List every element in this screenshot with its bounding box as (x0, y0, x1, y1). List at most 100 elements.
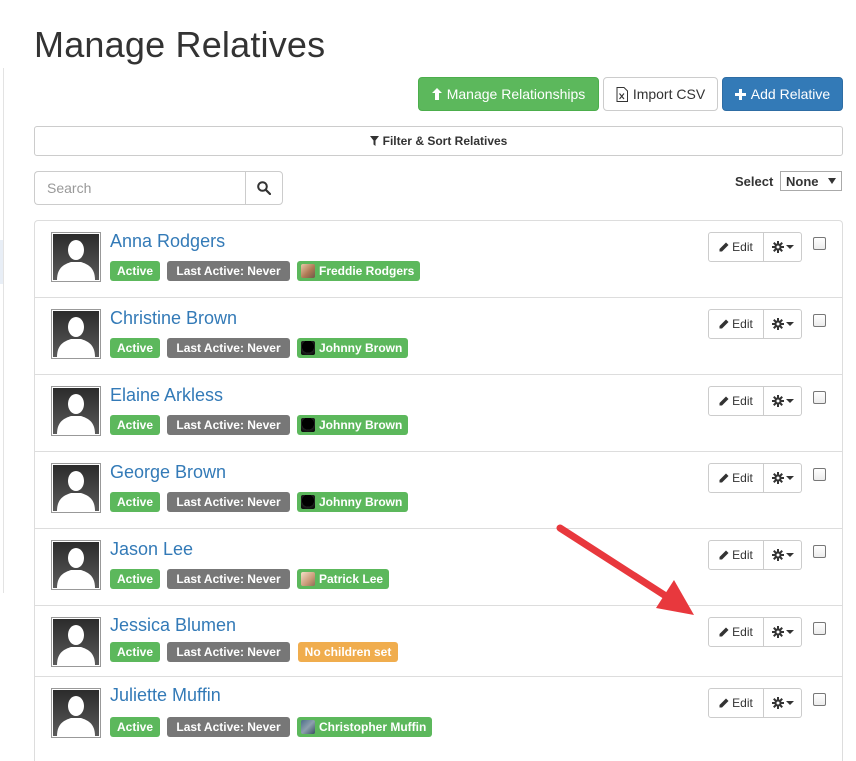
row-select-checkbox[interactable] (813, 237, 826, 250)
pencil-icon (719, 396, 729, 406)
row-select-checkbox[interactable] (813, 545, 826, 558)
child-name: Johnny Brown (319, 341, 403, 355)
settings-dropdown-button[interactable] (764, 540, 802, 570)
settings-dropdown-button[interactable] (764, 232, 802, 262)
relative-row: Jason Lee Active Last Active: Never Patrick… (35, 529, 842, 606)
edit-label: Edit (732, 394, 753, 408)
relative-name-link[interactable]: Christine Brown (110, 308, 237, 329)
add-relative-button[interactable]: Add Relative (722, 77, 843, 111)
filter-sort-label: Filter & Sort Relatives (382, 134, 508, 148)
caret-down-icon (785, 630, 794, 634)
edit-button[interactable]: Edit (708, 232, 764, 262)
last-active-badge: Last Active: Never (167, 717, 290, 737)
avatar (51, 232, 101, 282)
child-name: Johnny Brown (319, 418, 403, 432)
relative-row: Elaine Arkless Active Last Active: Never Jo… (35, 375, 842, 452)
last-active-badge: Last Active: Never (167, 569, 290, 589)
relative-name-link[interactable]: Jessica Blumen (110, 615, 236, 636)
relative-row: Anna Rodgers Active Last Active: Never Fred… (35, 221, 842, 298)
pencil-icon (719, 550, 729, 560)
settings-dropdown-button[interactable] (764, 688, 802, 718)
edit-label: Edit (732, 696, 753, 710)
row-actions-group: Edit (708, 309, 802, 339)
select-dropdown[interactable]: None (780, 171, 842, 191)
relative-name-link[interactable]: Anna Rodgers (110, 231, 225, 252)
row-select-checkbox[interactable] (813, 468, 826, 481)
child-photo-icon (301, 264, 315, 278)
child-badge[interactable]: Christopher Muffin (297, 717, 433, 737)
edit-label: Edit (732, 317, 753, 331)
search-button[interactable] (245, 171, 283, 205)
child-badge[interactable]: Patrick Lee (297, 569, 390, 589)
csv-file-icon (616, 86, 628, 102)
status-badge: Active (110, 717, 160, 737)
edit-label: Edit (732, 625, 753, 639)
gear-icon (771, 626, 784, 638)
relative-name-link[interactable]: George Brown (110, 462, 226, 483)
row-actions-group: Edit (708, 688, 802, 718)
edit-button[interactable]: Edit (708, 463, 764, 493)
avatar (51, 617, 101, 667)
pencil-icon (719, 627, 729, 637)
settings-dropdown-button[interactable] (764, 386, 802, 416)
upload-icon (431, 88, 442, 100)
child-badge[interactable]: Johnny Brown (297, 338, 409, 358)
caret-down-icon (785, 245, 794, 249)
status-badge: Active (110, 338, 160, 358)
gear-icon (771, 241, 784, 253)
manage-relationships-button[interactable]: Manage Relationships (418, 77, 599, 111)
import-csv-button[interactable]: Import CSV (603, 77, 718, 111)
row-select-checkbox[interactable] (813, 693, 826, 706)
relative-row: Juliette Muffin Active Last Active: Never C… (35, 677, 842, 761)
gear-icon (771, 472, 784, 484)
avatar (51, 309, 101, 359)
plus-icon (734, 88, 746, 100)
edit-button[interactable]: Edit (708, 386, 764, 416)
child-name: Freddie Rodgers (319, 264, 415, 278)
gear-icon (771, 549, 784, 561)
row-select-checkbox[interactable] (813, 314, 826, 327)
avatar (51, 463, 101, 513)
edit-button[interactable]: Edit (708, 617, 764, 647)
page-title: Manage Relatives (34, 24, 326, 65)
caret-down-icon (785, 399, 794, 403)
edit-button[interactable]: Edit (708, 688, 764, 718)
edit-label: Edit (732, 471, 753, 485)
edit-button[interactable]: Edit (708, 309, 764, 339)
select-value: None (786, 173, 819, 189)
child-badge[interactable]: Johnny Brown (297, 492, 409, 512)
row-actions-group: Edit (708, 540, 802, 570)
row-select-checkbox[interactable] (813, 622, 826, 635)
filter-sort-toggle[interactable]: Filter & Sort Relatives (34, 126, 843, 156)
child-badge[interactable]: Johnny Brown (297, 415, 409, 435)
select-label: Select (735, 174, 774, 189)
settings-dropdown-button[interactable] (764, 309, 802, 339)
child-photo-icon (301, 341, 315, 355)
import-csv-label: Import CSV (632, 86, 706, 102)
pencil-icon (719, 319, 729, 329)
gear-icon (771, 318, 784, 330)
child-name: Christopher Muffin (319, 720, 427, 734)
status-badge: Active (110, 642, 160, 662)
sidebar-edge (0, 68, 4, 593)
child-badge[interactable]: Freddie Rodgers (297, 261, 421, 281)
caret-down-icon (785, 476, 794, 480)
settings-dropdown-button[interactable] (764, 617, 802, 647)
relative-name-link[interactable]: Juliette Muffin (110, 685, 221, 706)
row-select-checkbox[interactable] (813, 391, 826, 404)
search-group (34, 171, 283, 205)
row-actions-group: Edit (708, 463, 802, 493)
manage-relationships-label: Manage Relationships (446, 86, 586, 102)
child-photo-icon (301, 720, 315, 734)
last-active-badge: Last Active: Never (167, 415, 290, 435)
relative-name-link[interactable]: Elaine Arkless (110, 385, 223, 406)
relative-name-link[interactable]: Jason Lee (110, 539, 193, 560)
edit-button[interactable]: Edit (708, 540, 764, 570)
search-icon (257, 181, 271, 195)
settings-dropdown-button[interactable] (764, 463, 802, 493)
status-badge: Active (110, 261, 160, 281)
avatar (51, 540, 101, 590)
pencil-icon (719, 242, 729, 252)
row-actions-group: Edit (708, 386, 802, 416)
search-input[interactable] (34, 171, 245, 205)
